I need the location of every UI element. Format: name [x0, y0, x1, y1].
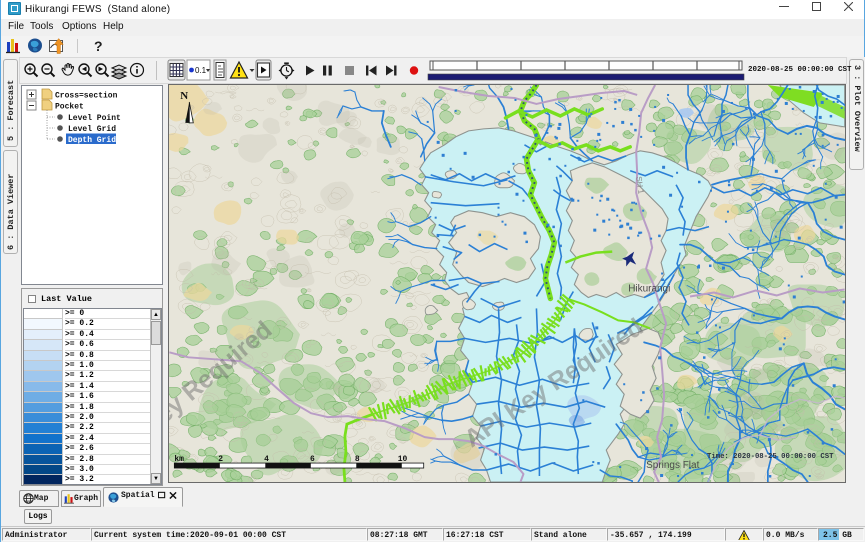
- svg-text:Cross=section: Cross=section: [55, 92, 118, 101]
- svg-text:Time: 2020-08-25 00:00:00 CST: Time: 2020-08-25 00:00:00 CST: [707, 453, 834, 461]
- svg-text:Depth Grid: Depth Grid: [68, 136, 116, 145]
- svg-text:Pocket: Pocket: [55, 103, 84, 112]
- svg-text:Level Point: Level Point: [68, 114, 121, 123]
- svg-text:0.1: 0.1: [195, 66, 207, 75]
- svg-text:Hikurangi: Hikurangi: [628, 283, 670, 294]
- svg-text:Level Grid: Level Grid: [68, 125, 116, 134]
- svg-text:Springs Flat: Springs Flat: [646, 460, 699, 471]
- svg-text:N: N: [180, 90, 188, 102]
- svg-text:?: ?: [94, 38, 103, 54]
